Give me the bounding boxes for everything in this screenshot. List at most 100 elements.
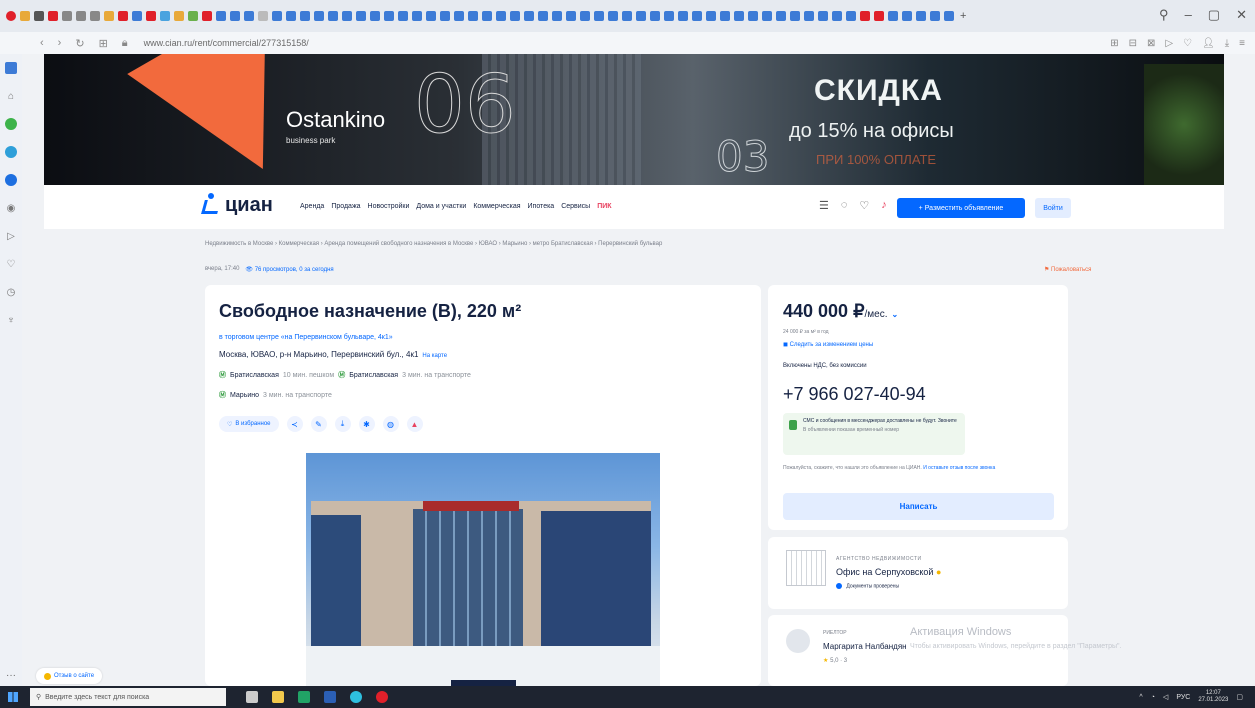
tab-icon[interactable]	[230, 11, 240, 21]
nav-item-rent[interactable]: Аренда	[300, 203, 324, 210]
agency-name[interactable]: Офис на Серпуховской	[836, 567, 933, 577]
tab-icon[interactable]	[636, 11, 646, 21]
add-to-favorites-button[interactable]: ♡ В избранное	[219, 416, 279, 432]
tab-icon[interactable]	[272, 11, 282, 21]
opera-icon[interactable]	[376, 691, 388, 703]
tab-icon[interactable]	[20, 11, 30, 21]
metro-station[interactable]: Братиславская	[349, 372, 398, 379]
metro-station[interactable]: Марьино	[230, 392, 259, 399]
chevron-down-icon[interactable]: ⌄	[892, 310, 899, 319]
tab-icon[interactable]	[846, 11, 856, 21]
leave-review-link[interactable]: И оставьте отзыв после звонка	[923, 465, 995, 471]
tab-icon[interactable]	[216, 11, 226, 21]
tab-icon[interactable]	[804, 11, 814, 21]
notifications-tray-icon[interactable]: ▢	[1236, 693, 1243, 701]
history-icon[interactable]: ◷	[5, 286, 17, 298]
chat-icon[interactable]: ◌	[841, 199, 848, 212]
tab-icon[interactable]	[412, 11, 422, 21]
tab-icon[interactable]	[706, 11, 716, 21]
tab-icon[interactable]	[594, 11, 604, 21]
report-button[interactable]: ▲	[406, 416, 423, 432]
tab-icon[interactable]	[832, 11, 842, 21]
tab-icon[interactable]	[342, 11, 352, 21]
notifications-icon[interactable]: ♪	[881, 199, 887, 212]
windows-start-icon[interactable]	[8, 692, 18, 702]
tab-icon[interactable]	[692, 11, 702, 21]
nav-item-mortgage[interactable]: Ипотека	[528, 203, 555, 210]
nav-item-services[interactable]: Сервисы	[561, 203, 590, 210]
tab-icon[interactable]	[468, 11, 478, 21]
tab-icon[interactable]	[496, 11, 506, 21]
ad-banner[interactable]: 06 Ostankino business park 03 СКИДКА до …	[44, 54, 1224, 185]
tab-icon[interactable]	[622, 11, 632, 21]
taskbar-search[interactable]: ⚲ Введите здесь текст для поиска	[30, 688, 226, 706]
tab-icon[interactable]	[328, 11, 338, 21]
agency-card[interactable]: АГЕНТСТВО НЕДВИЖИМОСТИ Офис на Серпуховс…	[768, 537, 1068, 609]
profile-icon[interactable]: 👤︎	[1202, 38, 1215, 49]
tab-icon[interactable]	[734, 11, 744, 21]
reload-icon[interactable]: ↻	[75, 37, 84, 50]
forward-icon[interactable]: ›	[58, 37, 62, 50]
tab-icon[interactable]	[146, 11, 156, 21]
bookmark-icon[interactable]: ⊞	[1110, 38, 1118, 49]
player-icon[interactable]: ▷	[1165, 38, 1173, 49]
tab-icon[interactable]	[286, 11, 296, 21]
clock[interactable]: 12:07 27.01.2023	[1198, 690, 1228, 704]
tab-icon[interactable]	[90, 11, 100, 21]
pin-icon[interactable]: ♆	[5, 314, 17, 326]
compare-icon[interactable]: ☰	[819, 199, 829, 212]
tab-icon[interactable]	[944, 11, 954, 21]
tab-icon[interactable]	[860, 11, 870, 21]
tab-icon[interactable]	[748, 11, 758, 21]
url-field[interactable]: www.cian.ru/rent/commercial/277315158/	[144, 38, 309, 48]
tab-icon[interactable]	[104, 11, 114, 21]
tab-icon[interactable]	[160, 11, 170, 21]
download-icon[interactable]: ⤓	[1225, 38, 1229, 49]
tab-icon[interactable]	[440, 11, 450, 21]
nav-item-new-buildings[interactable]: Новостройки	[368, 203, 410, 210]
heart-sidebar-icon[interactable]: ♡	[5, 258, 17, 270]
tab-icon[interactable]	[762, 11, 772, 21]
close-icon[interactable]: ✕	[1236, 7, 1247, 23]
tab-icon[interactable]	[916, 11, 926, 21]
tab-icon[interactable]	[426, 11, 436, 21]
network-icon[interactable]: ◔	[1151, 694, 1155, 701]
tab-icon[interactable]	[818, 11, 828, 21]
back-icon[interactable]: ‹	[40, 37, 44, 50]
download-button[interactable]: ⤓	[334, 416, 351, 432]
hide-button[interactable]: ◍	[382, 416, 399, 432]
complain-link[interactable]: ⚑ Пожаловаться	[1044, 266, 1091, 273]
post-ad-button[interactable]: + Разместить объявление	[897, 198, 1025, 218]
phone-number[interactable]: +7 966 027-40-94	[783, 384, 926, 405]
tab-icon[interactable]	[370, 11, 380, 21]
messenger-icon[interactable]	[5, 174, 17, 186]
language-indicator[interactable]: РУС	[1176, 694, 1190, 701]
breadcrumb[interactable]: Недвижимость в Москве › Коммерческая › А…	[205, 241, 662, 247]
menu-icon[interactable]: ≡	[1239, 38, 1245, 49]
file-explorer-icon[interactable]	[272, 691, 284, 703]
realtor-name[interactable]: Маргарита Налбандян	[823, 642, 907, 651]
search-tabs-icon[interactable]: ⚲	[1159, 7, 1169, 23]
tab-icon[interactable]	[608, 11, 618, 21]
maximize-icon[interactable]: ▢	[1208, 7, 1220, 23]
tab-icon[interactable]	[188, 11, 198, 21]
new-tab-icon[interactable]: +	[960, 10, 966, 22]
whatsapp-icon[interactable]	[5, 118, 17, 130]
favorites-icon[interactable]: ♡	[859, 199, 869, 212]
tab-icon[interactable]	[678, 11, 688, 21]
tab-icon[interactable]	[552, 11, 562, 21]
word-icon[interactable]	[324, 691, 336, 703]
volume-icon[interactable]: ◁	[1163, 693, 1168, 701]
player-sidebar-icon[interactable]: ◉	[5, 202, 17, 214]
share-button[interactable]: ≺	[286, 416, 303, 432]
shopping-center-link[interactable]: в торговом центре «на Перервинском бульв…	[219, 334, 393, 341]
tab-icon[interactable]	[132, 11, 142, 21]
tab-icon[interactable]	[888, 11, 898, 21]
edge-icon[interactable]	[350, 691, 362, 703]
tray-arrow-icon[interactable]: ^	[1139, 694, 1142, 701]
tab-icon[interactable]	[524, 11, 534, 21]
cian-logo[interactable]: циан	[201, 193, 273, 217]
tab-icon[interactable]	[398, 11, 408, 21]
more-icon[interactable]: ···	[6, 670, 16, 681]
tab-icon[interactable]	[776, 11, 786, 21]
